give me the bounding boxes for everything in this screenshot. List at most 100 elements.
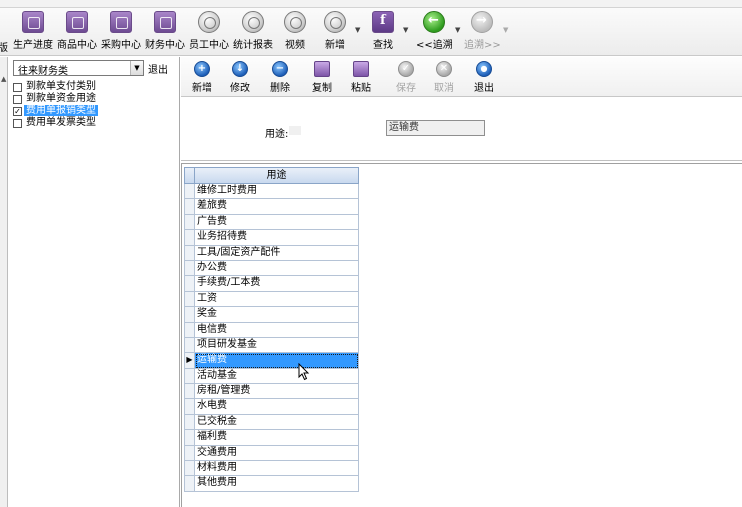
table-row[interactable]: 手续费/工本费 <box>184 276 359 292</box>
add-button-label: 新增 <box>192 83 212 94</box>
table-row[interactable]: 活动基金 <box>184 368 359 385</box>
table-cell-purpose[interactable]: 广告费 <box>195 214 359 231</box>
row-indicator[interactable] <box>184 276 195 292</box>
table-row[interactable]: 已交税金 <box>184 414 359 431</box>
table-row[interactable]: 项目研发基金 <box>184 337 359 354</box>
table-row[interactable]: 电信费 <box>184 322 359 338</box>
table-cell-purpose[interactable]: 业务招待费 <box>195 230 359 246</box>
table-row[interactable]: 工资 <box>184 291 359 308</box>
table-cell-purpose[interactable]: 房租/管理费 <box>195 384 359 400</box>
table-row[interactable]: ▶ 运输费 <box>184 353 359 369</box>
delete-button[interactable]: 删除 <box>265 61 295 94</box>
table-row[interactable]: 业务招待费 <box>184 230 359 246</box>
table-cell-purpose[interactable]: 差旅费 <box>195 199 359 215</box>
purpose-field[interactable]: 运输费 <box>386 120 485 136</box>
row-indicator[interactable] <box>184 291 195 308</box>
column-header-purpose[interactable]: 用途 <box>195 167 359 184</box>
tree-item-checkbox[interactable]: ✓ <box>13 107 22 116</box>
new-dropdown-chevron-icon[interactable]: ▼ <box>355 26 360 34</box>
table-cell-purpose[interactable]: 福利费 <box>195 430 359 446</box>
toolbar-product-center-button[interactable]: 商品中心 <box>56 11 98 53</box>
tree-item-expense-reimbursement-type[interactable]: ✓ 费用单报销类型 <box>12 105 180 117</box>
tree-item-fund-purpose[interactable]: 到款单资金用途 <box>12 93 180 105</box>
table-row[interactable]: 交通费用 <box>184 445 359 462</box>
row-indicator[interactable] <box>184 184 195 200</box>
tree-item-expense-invoice-type[interactable]: 费用单发票类型 <box>12 117 180 129</box>
toolbar-video-button[interactable]: 视频 <box>280 11 310 53</box>
employee-center-icon <box>198 11 220 33</box>
table-row[interactable]: 差旅费 <box>184 199 359 215</box>
toolbar-purchase-center-button[interactable]: 采购中心 <box>100 11 142 53</box>
row-indicator[interactable] <box>184 461 195 477</box>
table-cell-purpose[interactable]: 运输费 <box>195 353 359 369</box>
toolbar-employee-center-button[interactable]: 员工中心 <box>188 11 230 53</box>
table-cell-purpose[interactable]: 活动基金 <box>195 368 359 385</box>
toolbar-production-progress-button[interactable]: 生产进度 <box>12 11 54 53</box>
toolbar-search-button[interactable]: 查找 <box>368 11 398 53</box>
table-cell-purpose[interactable]: 办公费 <box>195 260 359 277</box>
edit-button[interactable]: 修改 <box>225 61 255 94</box>
row-indicator[interactable] <box>184 368 195 385</box>
search-dropdown-chevron-icon[interactable]: ▼ <box>403 26 408 34</box>
tree-item-checkbox[interactable] <box>13 119 22 128</box>
table-cell-purpose[interactable]: 材料费用 <box>195 461 359 477</box>
row-indicator[interactable] <box>184 384 195 400</box>
row-indicator[interactable] <box>184 430 195 446</box>
toolbar-item-partial[interactable]: 版 <box>0 11 8 54</box>
table-cell-purpose[interactable]: 电信费 <box>195 322 359 338</box>
row-indicator[interactable] <box>184 199 195 215</box>
table-row[interactable]: 办公费 <box>184 260 359 277</box>
table-cell-purpose[interactable]: 交通费用 <box>195 445 359 462</box>
left-edge-splitter[interactable]: ▲ <box>0 57 8 507</box>
exit-button[interactable]: 退出 <box>469 61 499 94</box>
table-cell-purpose[interactable]: 奖金 <box>195 307 359 323</box>
table-row[interactable]: 奖金 <box>184 307 359 323</box>
table-row[interactable]: 工具/固定资产配件 <box>184 245 359 261</box>
grid-corner[interactable] <box>184 167 195 184</box>
table-cell-purpose[interactable]: 工资 <box>195 291 359 308</box>
table-cell-purpose[interactable]: 其他费用 <box>195 476 359 492</box>
table-row[interactable]: 福利费 <box>184 430 359 446</box>
table-row[interactable]: 材料费用 <box>184 461 359 477</box>
row-indicator[interactable] <box>184 337 195 354</box>
add-button[interactable]: 新增 <box>187 61 217 94</box>
table-cell-purpose[interactable]: 维修工时费用 <box>195 184 359 200</box>
row-indicator[interactable] <box>184 245 195 261</box>
table-row[interactable]: 广告费 <box>184 214 359 231</box>
row-indicator[interactable] <box>184 399 195 415</box>
minus-icon <box>272 61 288 77</box>
toolbar-statistics-report-button[interactable]: 统计报表 <box>232 11 274 53</box>
row-indicator[interactable] <box>184 307 195 323</box>
row-indicator[interactable] <box>184 476 195 492</box>
tree-item-label: 到款单资金用途 <box>26 93 96 104</box>
table-cell-purpose[interactable]: 项目研发基金 <box>195 337 359 354</box>
row-indicator[interactable] <box>184 260 195 277</box>
row-indicator[interactable] <box>184 414 195 431</box>
toolbar-trace-back-button[interactable]: <<追溯 <box>416 11 453 53</box>
table-cell-purpose[interactable]: 手续费/工本费 <box>195 276 359 292</box>
toolbar-finance-center-button[interactable]: 财务中心 <box>144 11 186 53</box>
table-row[interactable]: 水电费 <box>184 399 359 415</box>
left-exit-button[interactable]: 退出 <box>148 61 168 76</box>
toolbar-new-button[interactable]: 新增 <box>320 11 350 53</box>
table-cell-purpose[interactable]: 已交税金 <box>195 414 359 431</box>
table-cell-purpose[interactable]: 工具/固定资产配件 <box>195 245 359 261</box>
category-select[interactable]: 往来财务类 ▼ <box>13 60 144 77</box>
row-indicator-arrow-icon[interactable]: ▶ <box>184 353 195 369</box>
paste-button[interactable]: 粘贴 <box>346 61 376 94</box>
copy-button[interactable]: 复制 <box>307 61 337 94</box>
table-row[interactable]: 房租/管理费 <box>184 384 359 400</box>
table-row[interactable]: 其他费用 <box>184 476 359 492</box>
row-indicator[interactable] <box>184 322 195 338</box>
toolbar-item-label: 财务中心 <box>145 40 185 51</box>
tree-item-payment-category[interactable]: 到款单支付类别 <box>12 81 180 93</box>
tree-item-checkbox[interactable] <box>13 95 22 104</box>
tree-item-checkbox[interactable] <box>13 83 22 92</box>
trace-back-dropdown-chevron-icon[interactable]: ▼ <box>455 26 460 34</box>
chevron-down-icon[interactable]: ▼ <box>130 61 143 75</box>
row-indicator[interactable] <box>184 230 195 246</box>
table-row[interactable]: 维修工时费用 <box>184 184 359 200</box>
row-indicator[interactable] <box>184 214 195 231</box>
row-indicator[interactable] <box>184 445 195 462</box>
table-cell-purpose[interactable]: 水电费 <box>195 399 359 415</box>
